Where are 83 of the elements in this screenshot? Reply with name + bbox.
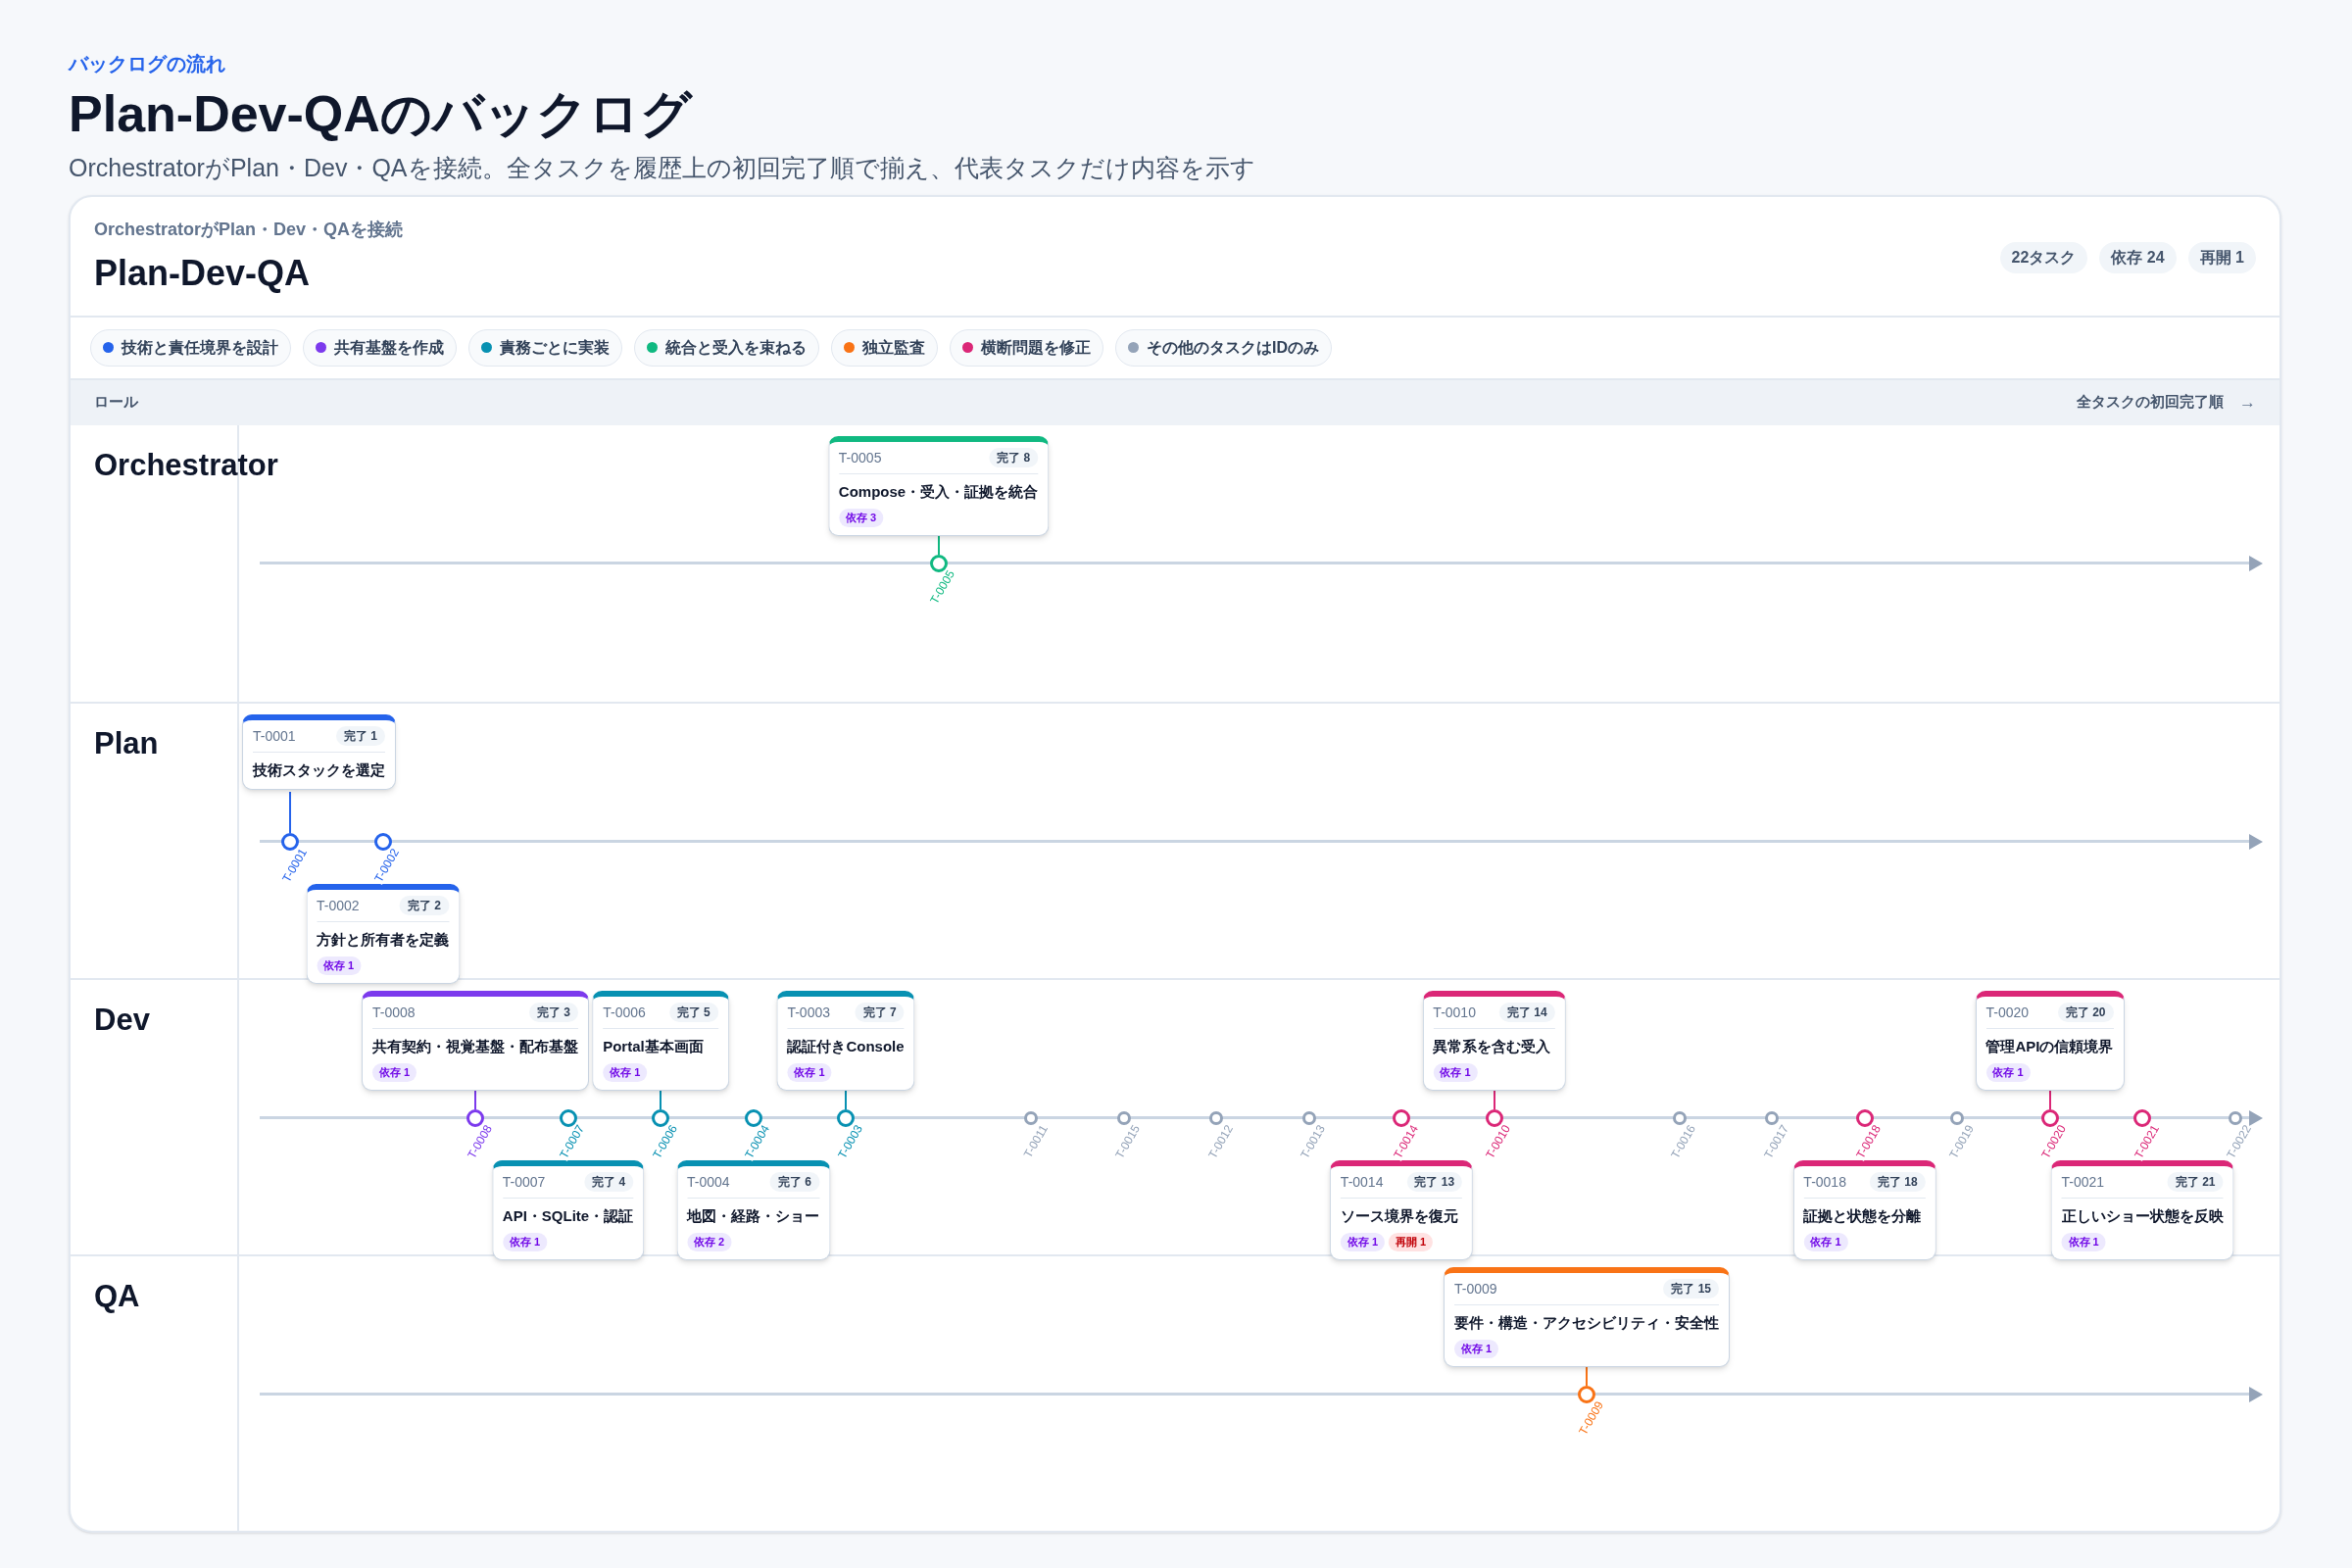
board-subtitle: OrchestratorがPlan・Dev・QAを接続 xyxy=(94,218,404,241)
arrowhead-icon xyxy=(2249,833,2263,850)
arrowhead-icon xyxy=(2249,1386,2263,1402)
done-badge: 完了 6 xyxy=(770,1172,819,1192)
lane-label: Dev xyxy=(94,1001,150,1039)
done-badge: 完了 7 xyxy=(855,1003,905,1022)
done-badge: 完了 18 xyxy=(1869,1172,1926,1192)
column-header: ロール xyxy=(94,392,138,413)
task-title: 地図・経路・ショー xyxy=(687,1205,819,1226)
stat-badge: 依存 24 xyxy=(2099,242,2177,273)
dependency-badge: 依存 1 xyxy=(1433,1063,1478,1082)
task-id: T-0018 xyxy=(1803,1172,1846,1192)
legend-label: 統合と受入を束ねる xyxy=(665,337,807,358)
done-badge: 完了 2 xyxy=(400,896,449,915)
done-badge: 完了 1 xyxy=(336,726,385,746)
task-title: 共有契約・視覚基盤・配布基盤 xyxy=(372,1036,578,1056)
dependency-badge: 依存 1 xyxy=(2061,1233,2106,1251)
legend-label: 技術と責任境界を設計 xyxy=(122,337,278,358)
task-id: T-0009 xyxy=(1454,1279,1497,1298)
task-id: T-0001 xyxy=(253,726,296,746)
page-title: Plan-Dev-QAのバックログ xyxy=(69,84,694,144)
task-title: ソース境界を復元 xyxy=(1340,1205,1459,1226)
legend-label: 独立監査 xyxy=(862,337,925,358)
dependency-badge: 依存 1 xyxy=(1803,1233,1848,1251)
arrowhead-icon xyxy=(2249,555,2263,571)
connector-line xyxy=(289,791,291,833)
done-badge: 完了 4 xyxy=(584,1172,634,1192)
task-title: 管理APIの信頼境界 xyxy=(1985,1036,2114,1056)
dependency-badge: 依存 1 xyxy=(603,1063,648,1082)
dependency-badge: 依存 1 xyxy=(502,1233,547,1251)
dependency-badge: 依存 1 xyxy=(372,1063,417,1082)
dependency-badge: 依存 1 xyxy=(1340,1233,1386,1251)
eyebrow-text: バックログの流れ xyxy=(69,52,226,76)
done-badge: 完了 14 xyxy=(1498,1003,1555,1022)
column-header: 全タスクの初回完了順 xyxy=(2077,392,2224,413)
task-id: T-0003 xyxy=(787,1003,830,1022)
page-subtitle: OrchestratorがPlan・Dev・QAを接続。全タスクを履歴上の初回完了順で揃え、代表タスクだけ内容を示す xyxy=(69,153,1256,183)
task-title: 方針と所有者を定義 xyxy=(317,929,449,950)
stat-badge: 再開 1 xyxy=(2187,242,2256,273)
task-title: 要件・構造・アクセシビリティ・安全性 xyxy=(1454,1312,1719,1333)
task-title: 証拠と状態を分離 xyxy=(1803,1205,1923,1226)
dependency-badge: 依存 1 xyxy=(1454,1340,1499,1358)
task-title: 技術スタックを選定 xyxy=(253,760,385,780)
done-badge: 完了 20 xyxy=(2057,1003,2114,1022)
arrow-icon: → xyxy=(2239,389,2256,416)
task-title: API・SQLite・認証 xyxy=(502,1205,634,1226)
done-badge: 完了 5 xyxy=(668,1003,718,1022)
task-title: Portal基本画面 xyxy=(603,1036,705,1056)
task-id: T-0020 xyxy=(1985,1003,2030,1022)
task-title: Compose・受入・証拠を統合 xyxy=(838,481,1039,502)
task-id: T-0021 xyxy=(2061,1172,2105,1192)
dependency-badge: 依存 1 xyxy=(317,956,362,975)
board-title: Plan-Dev-QA xyxy=(94,251,312,295)
arrowhead-icon xyxy=(2249,1109,2263,1126)
dependency-badge: 依存 3 xyxy=(838,509,883,527)
done-badge: 完了 21 xyxy=(2167,1172,2224,1192)
stat-badge: 22タスク xyxy=(1999,242,2088,273)
task-title: 認証付きConsole xyxy=(787,1036,905,1056)
lane-label: Plan xyxy=(94,724,159,762)
task-id: T-0007 xyxy=(502,1172,546,1192)
task-title: 正しいショー状態を反映 xyxy=(2061,1205,2224,1226)
dependency-badge: 依存 1 xyxy=(787,1063,832,1082)
legend-label: 横断問題を修正 xyxy=(981,337,1091,358)
done-badge: 完了 3 xyxy=(529,1003,578,1022)
legend-label: 責務ごとに実装 xyxy=(500,337,610,358)
done-badge: 完了 13 xyxy=(1406,1172,1463,1192)
lane-label: QA xyxy=(94,1277,140,1315)
task-id: T-0005 xyxy=(838,448,882,467)
task-id: T-0002 xyxy=(317,896,360,915)
lane-label: Orchestrator xyxy=(94,446,278,484)
legend-label: 共有基盤を作成 xyxy=(334,337,444,358)
task-title: 異常系を含む受入 xyxy=(1433,1036,1552,1056)
task-id: T-0010 xyxy=(1433,1003,1476,1022)
task-id: T-0008 xyxy=(372,1003,416,1022)
legend-label: その他のタスクはIDのみ xyxy=(1147,337,1319,358)
done-badge: 完了 8 xyxy=(989,448,1039,467)
done-badge: 完了 15 xyxy=(1663,1279,1719,1298)
task-id: T-0004 xyxy=(687,1172,730,1192)
task-id: T-0014 xyxy=(1340,1172,1384,1192)
task-id: T-0006 xyxy=(603,1003,646,1022)
reopen-badge: 再開 1 xyxy=(1389,1233,1434,1251)
dependency-badge: 依存 1 xyxy=(1985,1063,2031,1082)
dependency-badge: 依存 2 xyxy=(687,1233,732,1251)
